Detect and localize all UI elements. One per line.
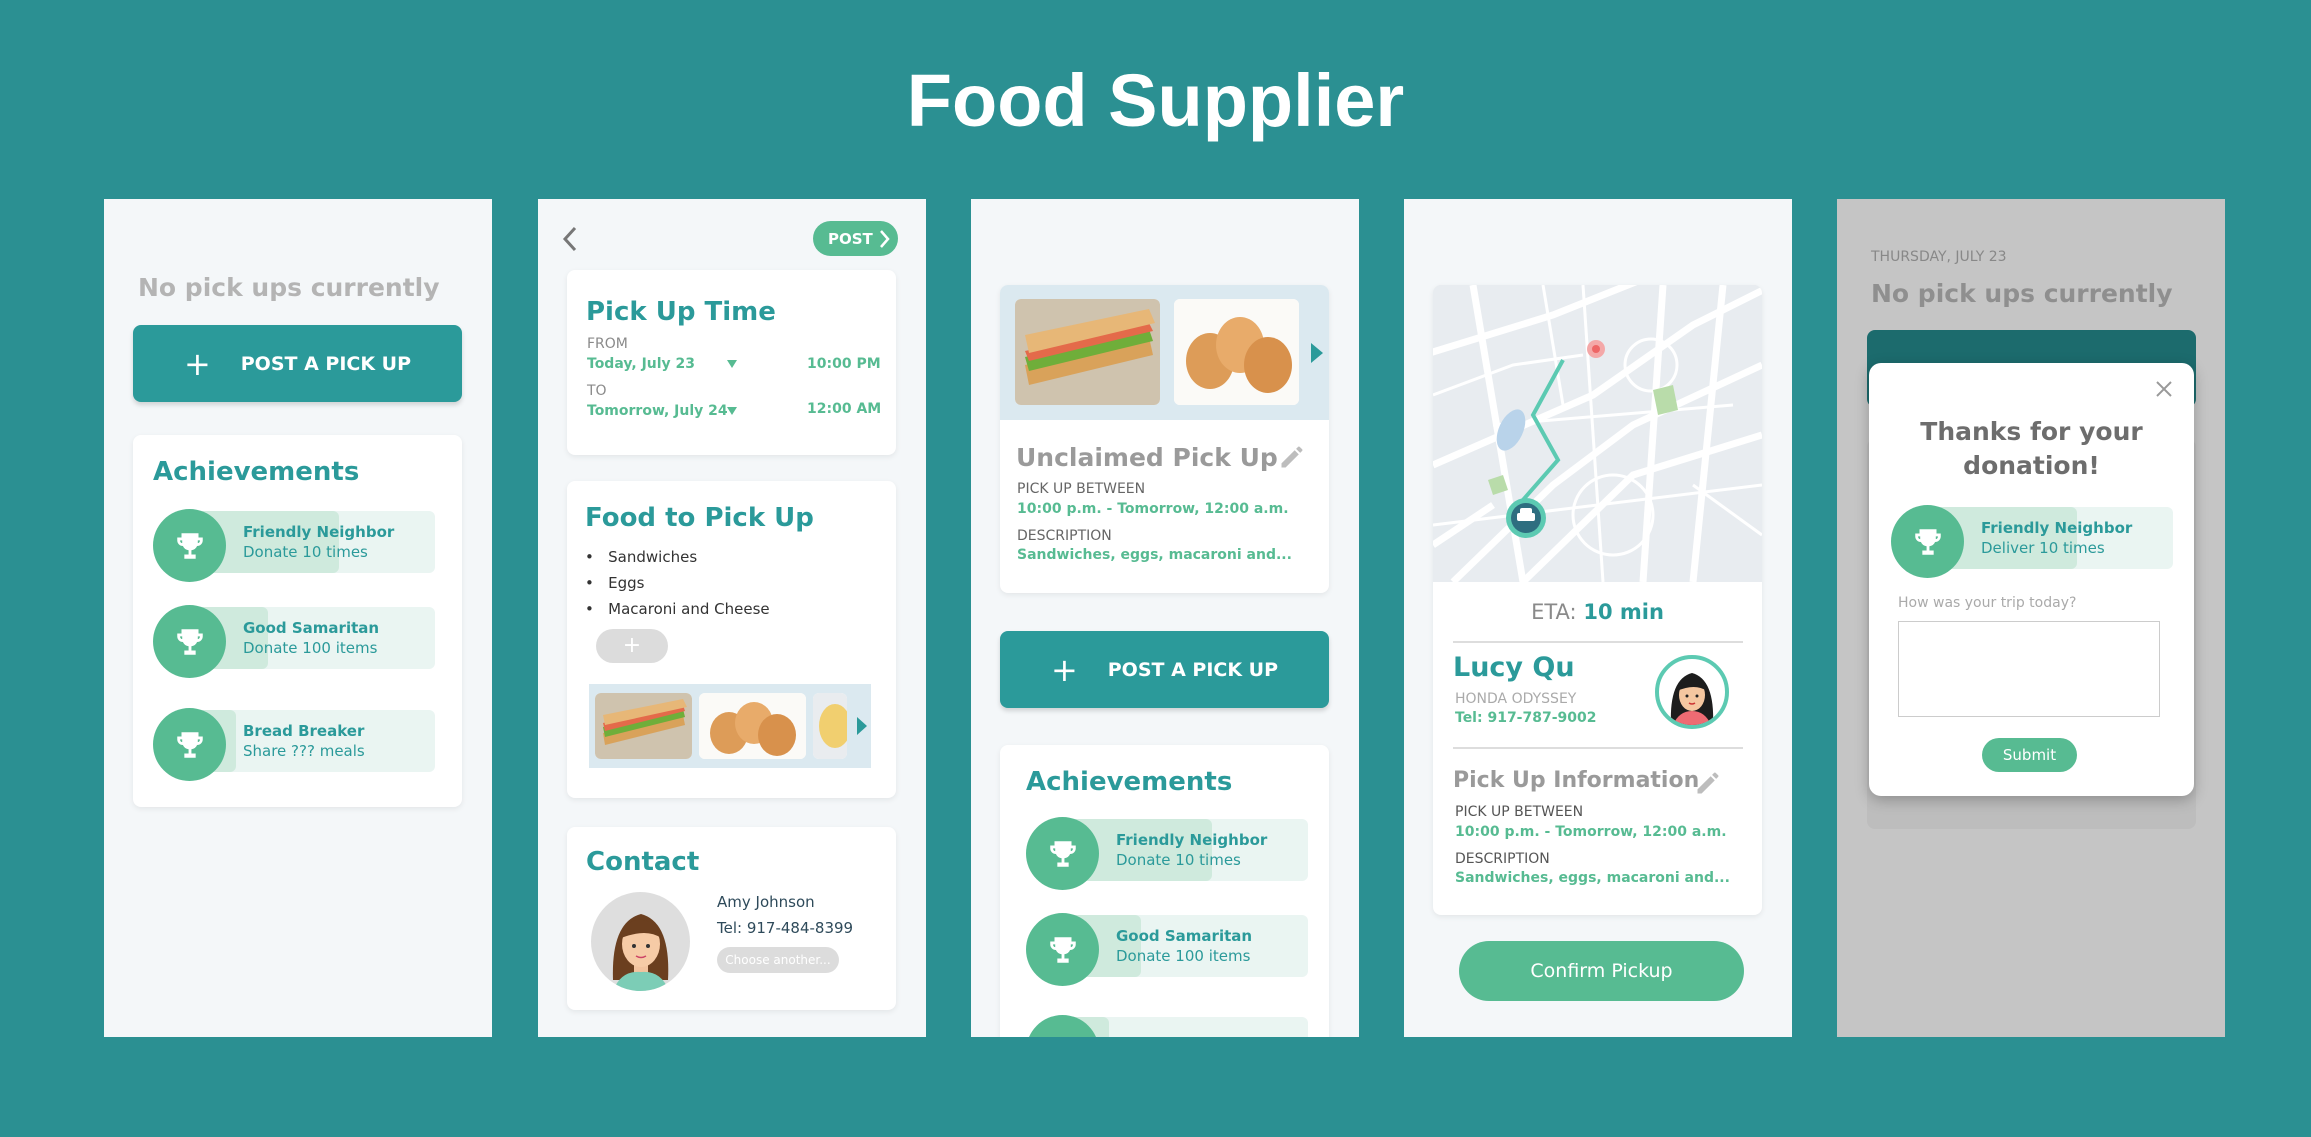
plus-icon: +: [183, 344, 211, 383]
photo-strip: [1000, 285, 1329, 420]
post-pickup-button[interactable]: + POST A PICK UP: [133, 325, 462, 402]
eta: ETA: 10 min: [1531, 600, 1664, 624]
pencil-icon[interactable]: [1694, 769, 1722, 801]
add-item-button[interactable]: +: [596, 629, 668, 663]
macaroni-image: [813, 693, 847, 759]
achievements-card: Achievements Friendly Neighbor Donate 10…: [133, 435, 462, 807]
contact-name: Amy Johnson: [717, 893, 815, 911]
trophy-icon: [153, 605, 226, 678]
achievement-item: Good Samaritan Donate 100 items: [1026, 913, 1308, 986]
post-button[interactable]: POST: [813, 221, 898, 256]
next-arrow-icon[interactable]: [857, 717, 867, 735]
food-card: Food to Pick Up • Sandwiches • Eggs • Ma…: [567, 481, 896, 798]
unclaimed-card: Unclaimed Pick Up PICK UP BETWEEN 10:00 …: [1000, 285, 1329, 593]
next-arrow-icon[interactable]: [1311, 343, 1323, 363]
driver-tel: Tel: 917-787-9002: [1455, 710, 1597, 726]
screen-home: No pick ups currently + POST A PICK UP A…: [104, 199, 492, 1037]
pencil-icon[interactable]: [1278, 443, 1306, 475]
screen-post-form: POST Pick Up Time FROM Today, July 23 10…: [538, 199, 926, 1037]
choose-another-button[interactable]: Choose another...: [717, 947, 839, 973]
donation-modal: Thanks for your donation! Friendly Neigh…: [1869, 363, 2194, 796]
sandwich-image: [1015, 299, 1160, 405]
page-title: Food Supplier: [906, 59, 1405, 142]
driver-avatar: [1655, 655, 1729, 729]
trophy-icon: [153, 509, 226, 582]
achievements-title: Achievements: [153, 457, 360, 487]
pickup-time-card: Pick Up Time FROM Today, July 23 10:00 P…: [567, 270, 896, 455]
food-title: Food to Pick Up: [585, 503, 814, 533]
food-list: • Sandwiches • Eggs • Macaroni and Chees…: [585, 544, 770, 622]
screen-unclaimed: Unclaimed Pick Up PICK UP BETWEEN 10:00 …: [971, 199, 1359, 1037]
close-icon[interactable]: [2154, 379, 2174, 403]
unclaimed-title: Unclaimed Pick Up: [1016, 443, 1278, 472]
confirm-pickup-button[interactable]: Confirm Pickup: [1459, 941, 1744, 1001]
contact-tel: Tel: 917-484-8399: [717, 919, 854, 937]
achievement-item: Bread Breaker Share ??? meals: [153, 708, 435, 781]
from-date[interactable]: Today, July 23: [587, 356, 695, 372]
to-time[interactable]: 12:00 AM: [807, 401, 881, 417]
achievement-item: Friendly Neighbor Deliver 10 times: [1891, 505, 2173, 578]
trophy-icon: [1891, 505, 1964, 578]
trophy-icon: [1026, 913, 1099, 986]
achievement-item: Good Samaritan Donate 100 items: [153, 605, 435, 678]
achievements-title: Achievements: [1026, 767, 1233, 797]
to-date[interactable]: Tomorrow, July 24: [587, 403, 728, 419]
status-text: No pick ups currently: [1871, 279, 2173, 308]
achievement-item: [1026, 1015, 1308, 1037]
driver-name: Lucy Qu: [1453, 652, 1575, 683]
photo-strip: [589, 684, 871, 768]
sandwich-image: [595, 693, 692, 759]
contact-title: Contact: [586, 847, 700, 877]
submit-button[interactable]: Submit: [1982, 738, 2077, 772]
car-model: HONDA ODYSSEY: [1455, 691, 1577, 707]
list-item: • Macaroni and Cheese: [585, 600, 770, 618]
contact-card: Contact Amy Johnson Tel: 917-484-8399 Ch…: [567, 827, 896, 1010]
eggs-image: [699, 693, 806, 759]
trip-question: How was your trip today?: [1898, 595, 2077, 611]
feedback-textarea[interactable]: [1898, 621, 2160, 717]
caret-down-icon[interactable]: [727, 360, 737, 368]
driver-card: ETA: 10 min Lucy Qu HONDA ODYSSEY Tel: 9…: [1433, 285, 1762, 915]
plus-icon: +: [1050, 650, 1078, 689]
map[interactable]: [1433, 285, 1762, 582]
list-item: • Sandwiches: [585, 548, 698, 566]
list-item: • Eggs: [585, 574, 645, 592]
avatar: [591, 892, 690, 991]
caret-down-icon[interactable]: [727, 407, 737, 415]
post-pickup-button[interactable]: + POST A PICK UP: [1000, 631, 1329, 708]
modal-title: Thanks for your donation!: [1920, 417, 2143, 480]
status-text: No pick ups currently: [138, 273, 440, 302]
date-label: THURSDAY, JULY 23: [1871, 249, 2007, 265]
from-time[interactable]: 10:00 PM: [807, 356, 881, 372]
achievement-item: Friendly Neighbor Donate 10 times: [1026, 817, 1308, 890]
achievements-card: Achievements Friendly Neighbor Donate 10…: [1000, 745, 1329, 1037]
achievement-item: Friendly Neighbor Donate 10 times: [153, 509, 435, 582]
chevron-right-icon: [880, 230, 890, 248]
trophy-icon: [153, 708, 226, 781]
eggs-image: [1174, 299, 1299, 405]
trophy-icon: [1026, 817, 1099, 890]
screen-donation-modal: THURSDAY, JULY 23 No pick ups currently …: [1837, 199, 2225, 1037]
pickup-time-title: Pick Up Time: [586, 297, 776, 327]
info-title: Pick Up Information: [1453, 768, 1700, 793]
screen-driver: ETA: 10 min Lucy Qu HONDA ODYSSEY Tel: 9…: [1404, 199, 1792, 1037]
back-chevron-icon[interactable]: [560, 224, 580, 254]
